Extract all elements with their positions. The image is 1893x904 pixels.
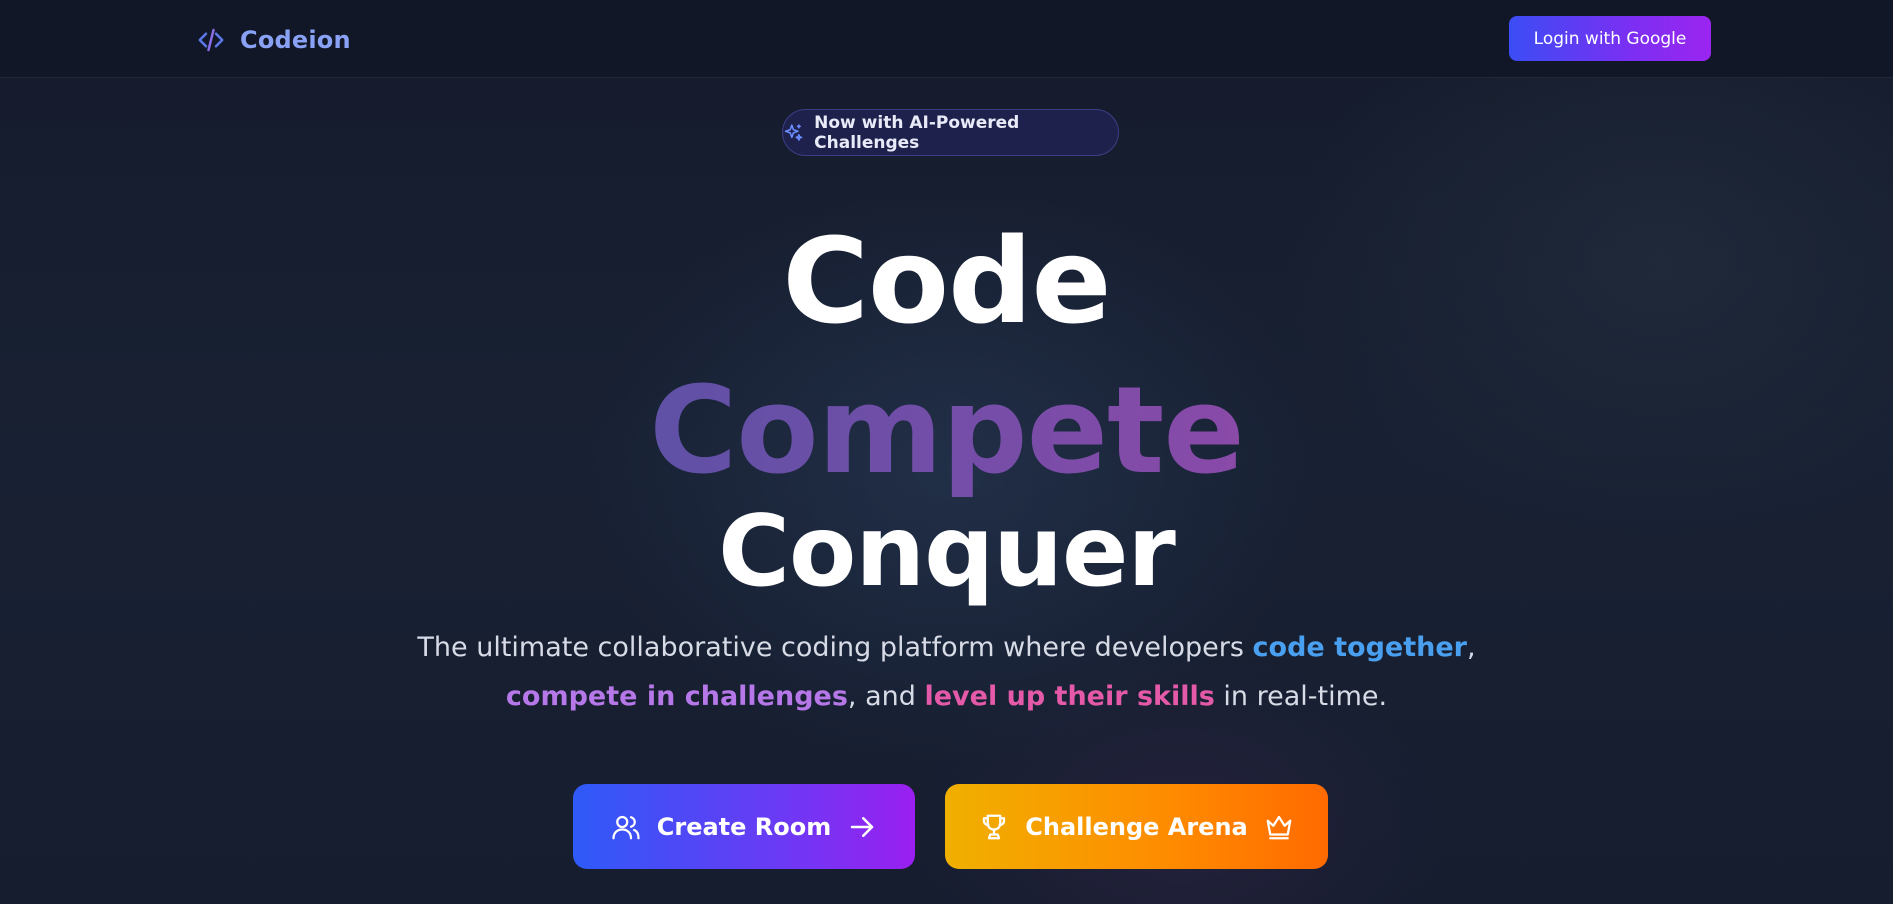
sparkles-icon [784,123,803,141]
login-with-google-button[interactable]: Login with Google [1509,16,1711,61]
users-icon [612,815,640,839]
landing-page: Codeion Login with Google Now with AI-Po… [0,0,1893,904]
tagline-highlight-code-together: code together [1252,632,1467,663]
hero-line-code: Code [782,212,1111,350]
tagline-text: , and [847,681,925,712]
hero-line-conquer: Conquer [718,495,1176,609]
brand-logo-link[interactable]: Codeion [196,22,351,58]
tagline-text: in real-time. [1214,681,1388,712]
tagline-line-1: The ultimate collaborative coding platfo… [0,632,1893,663]
hero-compete-text: Compete [649,362,1245,501]
ai-challenges-badge: Now with AI-Powered Challenges [782,109,1119,156]
tagline-text: The ultimate collaborative coding platfo… [417,632,1253,663]
arrow-right-icon [851,816,874,837]
create-room-button[interactable]: Create Room [573,784,915,869]
brand-name: Codeion [240,26,351,54]
challenge-arena-label: Challenge Arena [1025,812,1248,841]
trophy-icon [983,814,1006,839]
challenge-arena-button[interactable]: Challenge Arena [945,784,1328,869]
tagline-highlight-level-up: level up their skills [924,681,1215,712]
code-brackets-icon [198,28,224,52]
tagline-text: , [1466,632,1476,663]
tagline-highlight-compete: compete in challenges [505,681,848,712]
crown-icon [1266,815,1292,839]
hero-line-compete: Compete [0,372,1893,492]
create-room-label: Create Room [656,812,832,841]
navbar: Codeion Login with Google [0,0,1893,78]
tagline-line-2: compete in challenges, and level up thei… [0,681,1893,712]
badge-text: Now with AI-Powered Challenges [814,112,1020,153]
